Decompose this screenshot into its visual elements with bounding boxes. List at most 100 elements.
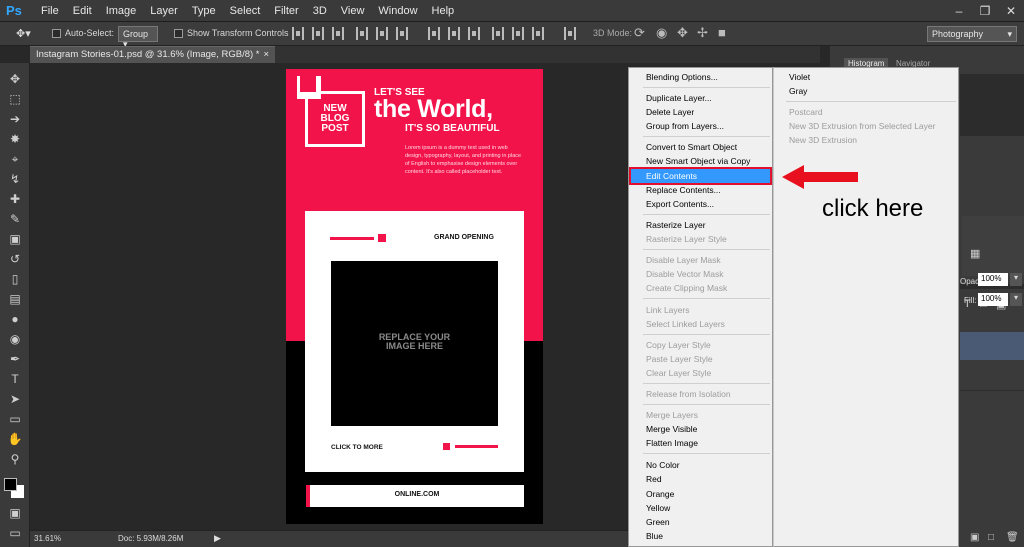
healing-brush-tool-icon[interactable]: ✚ xyxy=(6,191,24,207)
auto-select-checkbox[interactable] xyxy=(52,29,61,38)
align-top-icon[interactable] xyxy=(292,27,304,40)
minimize-icon[interactable]: – xyxy=(946,0,972,22)
context-menu-continued: Violet Gray Postcard New 3D Extrusion fr… xyxy=(773,67,959,547)
menu-item-blending-options[interactable]: Blending Options... xyxy=(631,70,770,84)
menu-window[interactable]: Window xyxy=(371,0,424,22)
menu-layer[interactable]: Layer xyxy=(143,0,185,22)
menu-item-group-from-layers[interactable]: Group from Layers... xyxy=(631,119,770,133)
close-document-icon[interactable]: × xyxy=(263,49,269,60)
menu-edit[interactable]: Edit xyxy=(66,0,99,22)
foreground-color-swatch[interactable] xyxy=(4,478,17,491)
menu-item-merge-visible[interactable]: Merge Visible xyxy=(631,422,770,436)
status-menu-arrow-icon[interactable]: ▶ xyxy=(214,533,221,544)
menu-item-delete-layer[interactable]: Delete Layer xyxy=(631,105,770,119)
brush-tool-icon[interactable]: ✎ xyxy=(6,211,24,227)
zoom-tool-icon[interactable]: ⚲ xyxy=(6,451,24,467)
3d-slide-icon[interactable]: ✢ xyxy=(697,25,708,41)
menu-item-flatten-image[interactable]: Flatten Image xyxy=(631,436,770,450)
menu-item-green[interactable]: Green xyxy=(631,515,770,529)
menu-item-release-isolation: Release from Isolation xyxy=(646,389,731,399)
quick-select-tool-icon[interactable]: ✸ xyxy=(6,131,24,147)
3d-drag-icon[interactable]: ✥ xyxy=(677,25,688,41)
menu-view[interactable]: View xyxy=(334,0,372,22)
transform-controls-label: Show Transform Controls xyxy=(187,28,289,38)
3d-scale-icon[interactable]: ■ xyxy=(718,25,726,40)
history-brush-tool-icon[interactable]: ↺ xyxy=(6,251,24,267)
quick-mask-icon[interactable]: ▣ xyxy=(6,505,24,521)
adjustments-grid-icon[interactable]: ▦ xyxy=(970,247,980,260)
zoom-level[interactable]: 31.61% xyxy=(34,534,61,543)
eraser-tool-icon[interactable]: ▯ xyxy=(6,271,24,287)
path-select-tool-icon[interactable]: ➤ xyxy=(6,391,24,407)
menu-item-new-smart-object-copy[interactable]: New Smart Object via Copy xyxy=(631,154,770,168)
marquee-tool-icon[interactable]: ⬚ xyxy=(6,91,24,107)
menu-item-orange[interactable]: Orange xyxy=(631,487,770,501)
menu-filter[interactable]: Filter xyxy=(267,0,305,22)
align-right-icon[interactable] xyxy=(396,27,408,40)
opacity-field[interactable]: 100% xyxy=(978,273,1008,286)
menu-item-replace-contents[interactable]: Replace Contents... xyxy=(631,183,770,197)
fill-dropdown-icon[interactable]: ▾ xyxy=(1010,293,1022,306)
eyedropper-tool-icon[interactable]: ↯ xyxy=(6,171,24,187)
restore-icon[interactable]: ❐ xyxy=(972,0,998,22)
align-left-icon[interactable] xyxy=(356,27,368,40)
menu-item-yellow[interactable]: Yellow xyxy=(631,501,770,515)
menu-select[interactable]: Select xyxy=(223,0,268,22)
3d-rotate-icon[interactable]: ⟳ xyxy=(634,25,645,41)
distribute-bottom-icon[interactable] xyxy=(468,27,480,40)
menu-item-convert-smart-object[interactable]: Convert to Smart Object xyxy=(631,140,770,154)
menu-image[interactable]: Image xyxy=(99,0,144,22)
menu-item-duplicate-layer[interactable]: Duplicate Layer... xyxy=(631,91,770,105)
auto-select-dropdown[interactable]: Group ▾ xyxy=(118,26,158,49)
menu-item-no-color[interactable]: No Color xyxy=(631,458,770,472)
new-layer-icon[interactable]: □ xyxy=(988,532,994,543)
selected-layer-row[interactable] xyxy=(960,332,1024,360)
menu-item-blue[interactable]: Blue xyxy=(631,529,770,543)
distribute-right-icon[interactable] xyxy=(532,27,544,40)
dodge-tool-icon[interactable]: ◉ xyxy=(6,331,24,347)
transform-controls-checkbox[interactable] xyxy=(174,29,183,38)
distribute-left-icon[interactable] xyxy=(492,27,504,40)
distribute-hcenter-icon[interactable] xyxy=(512,27,524,40)
align-hcenter-icon[interactable] xyxy=(376,27,388,40)
add-mask-icon[interactable]: ▣ xyxy=(970,532,979,543)
document-tab[interactable]: Instagram Stories-01.psd @ 31.6% (Image,… xyxy=(30,46,275,63)
poster-artwork[interactable]: NEW BLOG POST LET'S SEE the World, IT'S … xyxy=(286,69,543,524)
close-icon[interactable]: ✕ xyxy=(998,0,1024,22)
distribute-top-icon[interactable] xyxy=(428,27,440,40)
menu-item-edit-contents[interactable]: Edit Contents xyxy=(629,167,772,185)
menu-item-postcard: Postcard xyxy=(789,107,823,117)
move-tool-icon[interactable]: ✥ xyxy=(6,71,24,87)
menu-item-violet[interactable]: Violet xyxy=(776,70,956,84)
3d-roll-icon[interactable]: ◉ xyxy=(656,25,667,41)
align-vcenter-icon[interactable] xyxy=(312,27,324,40)
type-tool-icon[interactable]: T xyxy=(6,371,24,387)
workspace-dropdown[interactable]: Photography ▾ xyxy=(927,26,1017,42)
lasso-tool-icon[interactable]: ➔ xyxy=(6,111,24,127)
menu-item-export-contents[interactable]: Export Contents... xyxy=(631,197,770,211)
clone-stamp-tool-icon[interactable]: ▣ xyxy=(6,231,24,247)
menu-help[interactable]: Help xyxy=(425,0,462,22)
hand-tool-icon[interactable]: ✋ xyxy=(6,431,24,447)
menu-item-gray[interactable]: Gray xyxy=(776,84,956,98)
menu-3d[interactable]: 3D xyxy=(306,0,334,22)
menu-item-red[interactable]: Red xyxy=(631,472,770,486)
menu-item-rasterize-layer[interactable]: Rasterize Layer xyxy=(631,218,770,232)
gradient-tool-icon[interactable]: ▤ xyxy=(6,291,24,307)
pen-tool-icon[interactable]: ✒ xyxy=(6,351,24,367)
menu-file[interactable]: File xyxy=(34,0,66,22)
fill-field[interactable]: 100% xyxy=(978,293,1008,306)
opacity-dropdown-icon[interactable]: ▾ xyxy=(1010,273,1022,286)
menu-type[interactable]: Type xyxy=(185,0,223,22)
delete-layer-icon[interactable]: 🗑 xyxy=(1006,532,1019,543)
blur-tool-icon[interactable]: ● xyxy=(6,311,24,327)
options-bar: ✥▾ Auto-Select: Group ▾ Show Transform C… xyxy=(0,22,1024,49)
crop-tool-icon[interactable]: ⌖ xyxy=(6,151,24,167)
screen-mode-icon[interactable]: ▭ xyxy=(6,525,24,541)
distribute-vcenter-icon[interactable] xyxy=(448,27,460,40)
rectangle-tool-icon[interactable]: ▭ xyxy=(6,411,24,427)
move-tool-preset-icon[interactable]: ✥▾ xyxy=(16,27,38,41)
menu-item-rasterize-layer-style: Rasterize Layer Style xyxy=(646,234,727,244)
align-bottom-icon[interactable] xyxy=(332,27,344,40)
auto-align-icon[interactable] xyxy=(564,27,576,40)
